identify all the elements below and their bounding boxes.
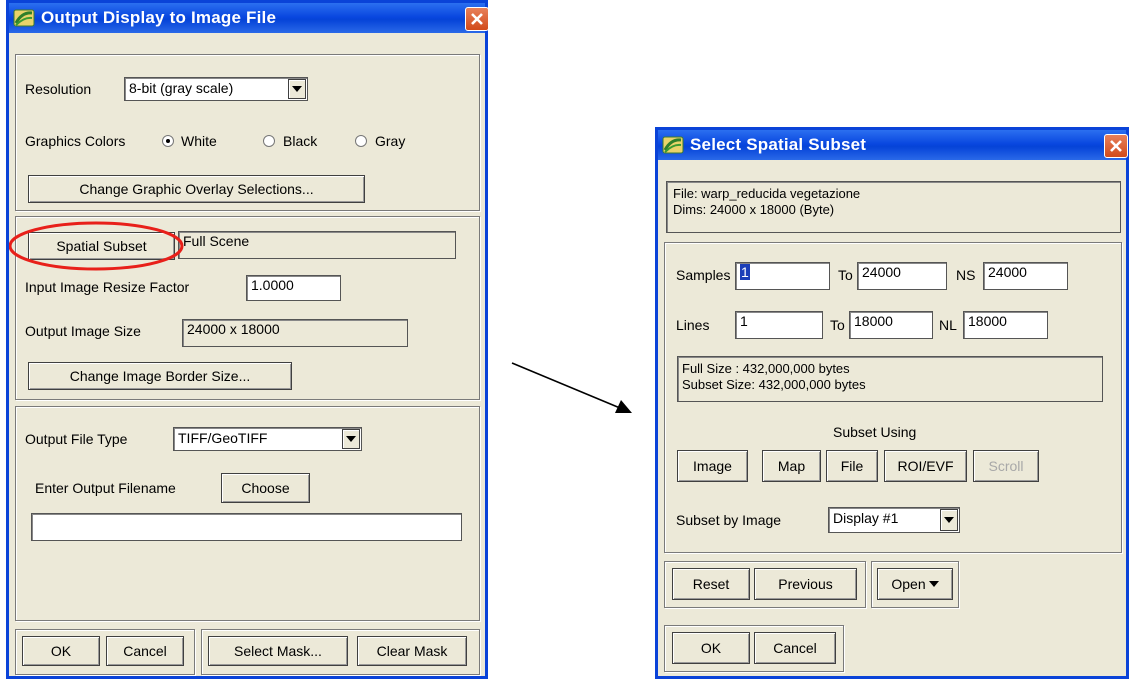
output-display-window: Output Display to Image File Resolution … — [6, 0, 489, 679]
subset-scroll-button: Scroll — [973, 450, 1039, 482]
filename-input[interactable] — [31, 513, 462, 541]
chevron-down-icon[interactable] — [940, 509, 958, 531]
chevron-down-icon — [928, 581, 939, 587]
envi-app-icon — [13, 9, 35, 27]
open-label: Open — [891, 576, 926, 592]
change-border-button[interactable]: Change Image Border Size... — [28, 362, 292, 390]
lines-to-label: To — [830, 317, 845, 333]
previous-button[interactable]: Previous — [754, 568, 857, 600]
size-info-box: Full Size : 432,000,000 bytes Subset Siz… — [677, 356, 1103, 402]
resolution-label: Resolution — [25, 81, 92, 97]
samples-label: Samples — [676, 267, 731, 283]
ns-label: NS — [956, 267, 976, 283]
close-button[interactable] — [465, 7, 489, 31]
radio-gray[interactable] — [355, 135, 367, 147]
close-icon — [471, 13, 483, 25]
close-button[interactable] — [1104, 134, 1128, 158]
ok-button[interactable]: OK — [22, 636, 100, 666]
ns-input[interactable]: 24000 — [983, 262, 1068, 290]
pointer-arrow — [511, 362, 632, 413]
subset-by-image-label: Subset by Image — [676, 512, 782, 528]
samples-from-input[interactable]: 1 — [735, 262, 830, 290]
file-type-select[interactable]: TIFF/GeoTIFF — [173, 427, 362, 451]
output-size-label: Output Image Size — [25, 323, 141, 339]
subset-map-button[interactable]: Map — [762, 450, 821, 482]
cancel-button[interactable]: Cancel — [106, 636, 184, 666]
filename-label: Enter Output Filename — [35, 480, 176, 496]
spatial-subset-value: Full Scene — [178, 231, 456, 259]
title-bar: Output Display to Image File — [9, 3, 489, 33]
ok-button[interactable]: OK — [672, 632, 750, 664]
envi-app-icon — [662, 136, 684, 154]
window-title: Output Display to Image File — [41, 8, 277, 27]
graphics-colors-label: Graphics Colors — [25, 133, 126, 149]
select-spatial-subset-window: Select Spatial Subset File: warp_reducid… — [655, 127, 1129, 679]
cancel-button[interactable]: Cancel — [754, 632, 836, 664]
highlight-ellipse — [9, 221, 184, 271]
samples-to-label: To — [838, 267, 853, 283]
nl-label: NL — [939, 317, 957, 333]
radio-black-label: Black — [283, 133, 318, 149]
subset-by-image-value: Display #1 — [833, 510, 899, 526]
resize-factor-input[interactable]: 1.0000 — [246, 275, 341, 301]
lines-to-input[interactable]: 18000 — [849, 311, 933, 339]
subset-by-image-select[interactable]: Display #1 — [828, 507, 960, 533]
output-size-value: 24000 x 18000 — [182, 319, 408, 347]
subset-size-text: Subset Size: 432,000,000 bytes — [682, 377, 866, 392]
nl-input[interactable]: 18000 — [963, 311, 1048, 339]
file-name-text: File: warp_reducida vegetazione — [673, 186, 861, 201]
radio-black[interactable] — [263, 135, 275, 147]
subset-using-label: Subset Using — [833, 424, 917, 440]
lines-from-input[interactable]: 1 — [735, 311, 823, 339]
subset-file-button[interactable]: File — [826, 450, 878, 482]
chevron-down-icon[interactable] — [342, 429, 360, 449]
lines-label: Lines — [676, 317, 710, 333]
resolution-select[interactable]: 8-bit (gray scale) — [124, 77, 308, 101]
samples-to-input[interactable]: 24000 — [857, 262, 947, 290]
file-dims-text: Dims: 24000 x 18000 (Byte) — [673, 202, 835, 217]
title-bar: Select Spatial Subset — [658, 130, 1128, 160]
resolution-value: 8-bit (gray scale) — [129, 80, 234, 96]
subset-image-button[interactable]: Image — [677, 450, 748, 482]
change-overlay-button[interactable]: Change Graphic Overlay Selections... — [28, 175, 365, 203]
full-size-text: Full Size : 432,000,000 bytes — [682, 361, 850, 376]
radio-white-label: White — [181, 133, 217, 149]
resize-factor-label: Input Image Resize Factor — [25, 279, 190, 295]
file-type-label: Output File Type — [25, 431, 128, 447]
chevron-down-icon[interactable] — [288, 79, 306, 99]
subset-roi-evf-button[interactable]: ROI/EVF — [884, 450, 967, 482]
file-info-box: File: warp_reducida vegetazione Dims: 24… — [666, 181, 1121, 233]
clear-mask-button[interactable]: Clear Mask — [357, 636, 467, 666]
reset-button[interactable]: Reset — [672, 568, 750, 600]
samples-from-value: 1 — [740, 264, 750, 280]
select-mask-button[interactable]: Select Mask... — [208, 636, 348, 666]
open-menu-button[interactable]: Open — [877, 568, 953, 600]
choose-button[interactable]: Choose — [221, 473, 310, 503]
close-icon — [1110, 140, 1122, 152]
radio-white[interactable] — [162, 135, 174, 147]
window-title: Select Spatial Subset — [690, 135, 867, 154]
radio-gray-label: Gray — [375, 133, 406, 149]
file-type-value: TIFF/GeoTIFF — [178, 430, 268, 446]
